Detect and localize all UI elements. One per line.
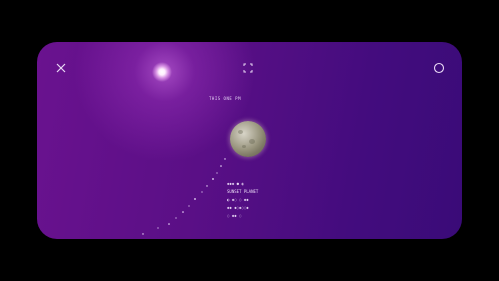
app-screen: THIS ONE PM ◆◆◆ ● ◐ SUNSET PLANET ◐ ◆◌ ◌…: [37, 42, 462, 239]
info-line: ◐ ◆◌ ◌ ◆◆: [227, 197, 249, 202]
info-line: ◌ ◆◆ ◌: [227, 213, 242, 218]
info-line: ◆◆ ◆◌◆◌◌◆: [227, 205, 249, 210]
info-line: SUNSET PLANET: [227, 189, 259, 194]
info-line: ◆◆◆ ● ◐: [227, 181, 244, 186]
planet-info: ◆◆◆ ● ◐ SUNSET PLANET ◐ ◆◌ ◌ ◆◆ ◆◆ ◆◌◆◌◌…: [227, 180, 258, 220]
